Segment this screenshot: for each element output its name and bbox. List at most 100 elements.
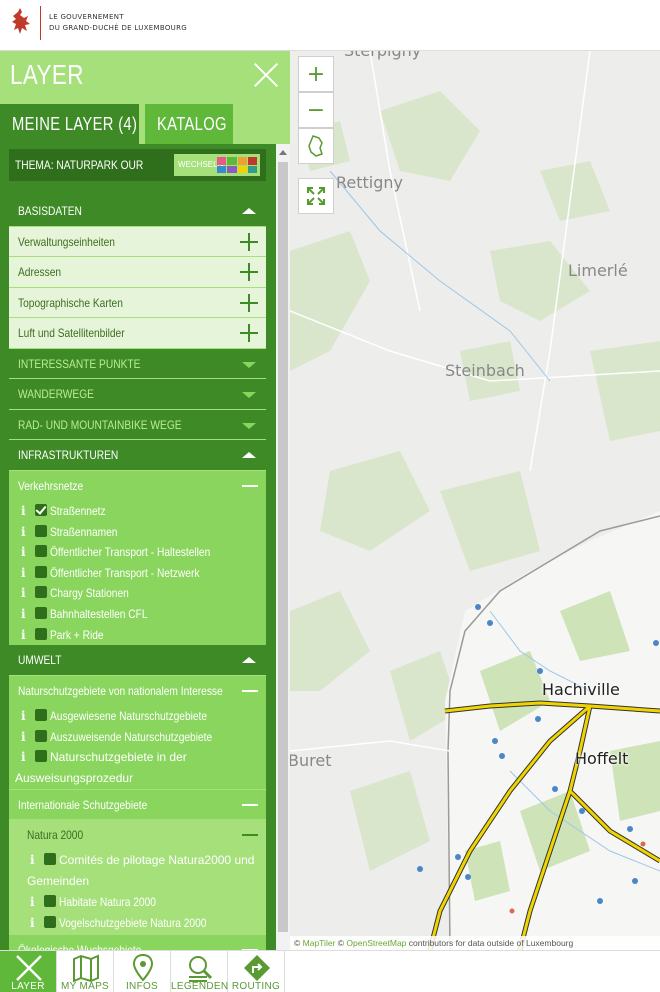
nav-layer-button[interactable]: LAYER (0, 951, 57, 992)
layer-habitate-natura2000[interactable]: i Habitate Natura 2000 (9, 892, 266, 913)
map-label-sterpigny: Sterpigny (344, 51, 421, 60)
layer-checkbox[interactable] (35, 565, 47, 578)
info-icon[interactable]: i (21, 501, 31, 521)
nav-infos-button[interactable]: INFOS (114, 951, 171, 992)
info-icon[interactable]: i (21, 604, 31, 624)
nav-routing-button[interactable]: ROUTING (228, 951, 285, 992)
country-extent-button[interactable] (298, 128, 334, 164)
layer-checkbox[interactable] (44, 915, 56, 928)
osm-link[interactable]: OpenStreetMap (346, 938, 406, 948)
subgroup-naturschutzgebiete[interactable]: Naturschutzgebiete von nationalem Intere… (9, 675, 266, 707)
info-icon[interactable]: i (21, 583, 31, 603)
sidebar-scrollbar[interactable] (276, 144, 290, 950)
catalog-item-luftbilder[interactable]: Luft und Satellitenbilder (9, 318, 266, 349)
scroll-up-icon[interactable] (279, 150, 287, 155)
layer-comites-natura2000[interactable]: i Comités de pilotage Natura2000 und Geme… (9, 850, 266, 893)
subgroup-label: Naturschutzgebiete von nationalem Intere… (18, 683, 223, 698)
sidebar-close-icon[interactable] (252, 61, 280, 89)
layer-strassennamen[interactable]: i Straßennamen (9, 521, 266, 543)
catalog-item-adressen[interactable]: Adressen (9, 257, 266, 288)
info-icon[interactable]: i (30, 892, 40, 912)
group-umwelt[interactable]: UMWELT (9, 645, 266, 676)
switch-theme-button[interactable]: WECHSELN (174, 154, 260, 176)
catalog-item-topographische-karten[interactable]: Topographische Karten (9, 287, 266, 318)
theme-label: THEMA: NATURPARK OUR (15, 158, 144, 172)
layer-checkbox[interactable] (35, 586, 47, 599)
info-icon[interactable]: i (21, 542, 31, 562)
bottom-nav: LAYER MY MAPS INFOS LEGENDEN ROUTING (0, 950, 660, 992)
group-wanderwege[interactable]: WANDERWEGE (9, 379, 266, 410)
add-icon[interactable] (240, 324, 258, 342)
catalog-item-verwaltungseinheiten[interactable]: Verwaltungseinheiten (9, 226, 266, 257)
subgroup-internationale-schutzgebiete[interactable]: Internationale Schutzgebiete (9, 789, 266, 820)
zoom-in-button[interactable]: + (298, 56, 334, 92)
layer-checkbox[interactable] (44, 895, 56, 908)
group-label: UMWELT (18, 653, 62, 668)
add-icon[interactable] (240, 232, 258, 251)
layer-label: Chargy Stationen (50, 586, 129, 601)
layer-checkbox[interactable] (44, 853, 56, 866)
layer-oeffentlicher-transport-netzwerk[interactable]: i Öffentlicher Transport - Netzwerk (9, 562, 266, 584)
layer-ausgewiesene-naturschutzgebiete[interactable]: i Ausgewiesene Naturschutzgebiete (9, 706, 266, 727)
map-label-limerle: Limerlé (568, 261, 628, 280)
catalog-item-label: Adressen (18, 265, 62, 279)
scroll-thumb[interactable] (278, 162, 288, 932)
info-icon[interactable]: i (21, 706, 31, 726)
layer-oeffentlicher-transport-haltestellen[interactable]: i Öffentlicher Transport - Haltestellen (9, 542, 266, 563)
layer-checkbox[interactable] (35, 504, 47, 516)
expand-icon (242, 392, 256, 398)
info-icon[interactable]: i (21, 625, 31, 645)
nav-legenden-button[interactable]: LEGENDEN (171, 951, 228, 992)
group-interessante-punkte[interactable]: INTERESSANTE PUNKTE (9, 348, 266, 379)
layer-vogelschutzgebiete-natura2000[interactable]: i Vogelschutzgebiete Natura 2000 (9, 912, 266, 934)
layer-label: Habitate Natura 2000 (59, 895, 156, 910)
add-icon[interactable] (240, 263, 258, 281)
nav-mymaps-button[interactable]: MY MAPS (57, 951, 114, 992)
subgroup-oekologische-wuchsgebiete[interactable]: Ökologische Wuchsgebiete (9, 933, 266, 950)
subgroup-label: Ökologische Wuchsgebiete (18, 942, 142, 950)
layer-naturschutzgebiete-ausweisungsprozedur[interactable]: i Naturschutzgebiete in der Ausweisungspr… (9, 747, 266, 790)
expand-icon (242, 361, 256, 368)
layer-chargy-stationen[interactable]: i Chargy Stationen (9, 583, 266, 604)
map-view[interactable]: Sterpigny Rettigny Limerlé Steinbach Bur… (290, 51, 660, 950)
layer-label: Auszuweisende Naturschutzgebiete (50, 729, 213, 744)
group-infrastrukturen[interactable]: INFRASTRUKTUREN (9, 440, 266, 471)
layer-park-ride[interactable]: i Park + Ride (9, 624, 266, 646)
info-icon[interactable]: i (21, 522, 31, 542)
nav-label: ROUTING (231, 981, 281, 992)
layer-auszuweisende-naturschutzgebiete[interactable]: i Auszuweisende Naturschutzgebiete (9, 726, 266, 748)
government-logo[interactable]: LE GOUVERNEMENT DU GRAND-DUCHÉ DE LUXEMB… (8, 6, 187, 40)
layer-checkbox[interactable] (35, 524, 47, 537)
add-icon[interactable] (240, 293, 258, 312)
map-icon (73, 954, 99, 983)
subgroup-label: Internationale Schutzgebiete (18, 798, 148, 813)
layer-checkbox[interactable] (35, 709, 47, 722)
tab-katalog[interactable]: KATALOG (145, 104, 233, 144)
subgroup-natura-2000[interactable]: Natura 2000 (9, 819, 266, 851)
tab-meine-layer[interactable]: MEINE LAYER (4) (0, 104, 139, 144)
layer-checkbox[interactable] (35, 545, 47, 558)
info-icon[interactable]: i (21, 563, 31, 583)
layer-strassennetz[interactable]: i Straßennetz (9, 501, 266, 522)
layer-checkbox[interactable] (35, 750, 47, 763)
theme-bar: THEMA: NATURPARK OUR WECHSELN (9, 149, 266, 181)
luxembourg-outline-icon (308, 135, 323, 157)
layer-checkbox[interactable] (35, 627, 47, 640)
zoom-out-button[interactable]: − (298, 92, 334, 128)
info-icon[interactable]: i (30, 850, 40, 871)
layer-label: Comités de pilotage Natura2000 und Gemei… (27, 853, 255, 889)
info-icon[interactable]: i (21, 747, 31, 768)
group-basisdaten[interactable]: BASISDATEN (9, 196, 266, 227)
layer-checkbox[interactable] (35, 606, 47, 619)
layer-bahnhaltestellen-cfl[interactable]: i Bahnhaltestellen CFL (9, 603, 266, 625)
info-icon[interactable]: i (21, 727, 31, 747)
collapse-minus-icon (242, 484, 258, 487)
layer-checkbox[interactable] (35, 729, 47, 742)
maptiler-link[interactable]: MapTiler (303, 938, 336, 948)
fullscreen-button[interactable] (298, 178, 334, 214)
layer-label: Park + Ride (50, 627, 104, 642)
info-icon[interactable]: i (30, 913, 40, 933)
group-rad[interactable]: RAD- UND MOUNTAINBIKE WEGE (9, 409, 266, 440)
nav-label: LAYER (11, 981, 45, 992)
subgroup-verkehrsnetze[interactable]: Verkehrsnetze (9, 470, 266, 501)
